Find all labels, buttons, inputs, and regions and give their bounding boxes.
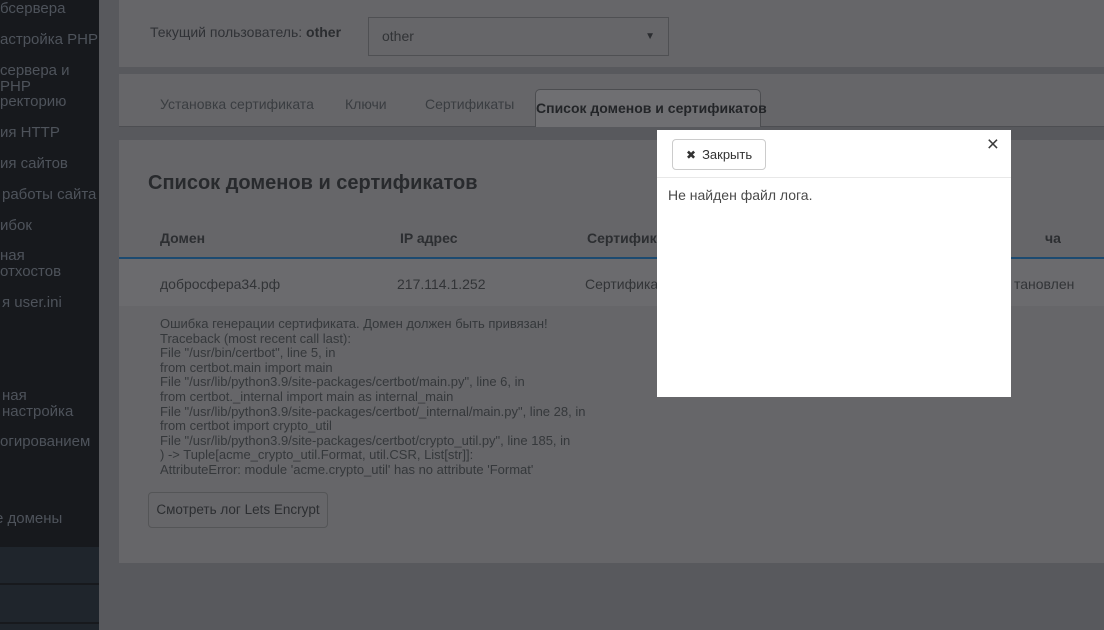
sidebar-item-advanced-settings[interactable]: ная настройка xyxy=(2,388,99,420)
cell-status-fragment: тановлен xyxy=(1014,276,1074,292)
cell-domain: добросфера34.рф xyxy=(160,276,280,292)
sidebar-item-sites[interactable]: ия сайтов xyxy=(0,156,68,172)
tabs-bar: Установка сертификата Ключи Сертификаты … xyxy=(119,74,1104,127)
sidebar-item-site-work[interactable]: работы сайта xyxy=(2,187,96,203)
sidebar: бсервера астройка PHP сервера и PHP рект… xyxy=(0,0,99,630)
sidebar-item-server-and-php[interactable]: сервера и PHP xyxy=(0,63,99,95)
sidebar-item-vhosts[interactable]: ная отхостов xyxy=(0,248,61,280)
current-user-panel: Текущий пользователь: other other ▼ xyxy=(119,0,1104,67)
sidebar-item-webserver[interactable]: бсервера xyxy=(0,1,65,17)
chevron-down-icon: ▼ xyxy=(645,18,655,55)
cell-certificate: Сертифика xyxy=(585,276,658,292)
page: бсервера астройка PHP сервера и PHP рект… xyxy=(0,0,1104,630)
cell-ip: 217.114.1.252 xyxy=(397,276,486,292)
modal-close-button[interactable]: ✖ Закрыть xyxy=(672,139,766,170)
close-icon[interactable]: × xyxy=(987,134,999,155)
sidebar-section-band[interactable] xyxy=(0,547,99,583)
sidebar-item-logging[interactable]: огированием xyxy=(0,434,90,450)
modal-close-button-label: Закрыть xyxy=(702,147,752,162)
close-x-icon: ✖ xyxy=(686,148,696,162)
sidebar-item-php-settings[interactable]: астройка PHP xyxy=(0,32,98,48)
sidebar-item-http[interactable]: ия HTTP xyxy=(0,125,60,141)
sidebar-item-domains[interactable]: е домены xyxy=(0,511,62,527)
user-select-value: other xyxy=(382,28,414,44)
sidebar-item-errors[interactable]: ибок xyxy=(0,218,32,234)
current-user-label: Текущий пользователь: other xyxy=(150,24,341,40)
tab-keys[interactable]: Ключи xyxy=(345,96,387,112)
table-header-ip: IP адрес xyxy=(400,230,457,246)
table-header-domain: Домен xyxy=(160,230,205,246)
tab-certificates[interactable]: Сертификаты xyxy=(425,96,514,112)
current-user-label-text: Текущий пользователь: xyxy=(150,24,302,40)
view-letsencrypt-log-button[interactable]: Смотреть лог Lets Encrypt xyxy=(148,492,328,528)
user-select[interactable]: other ▼ xyxy=(368,17,669,56)
modal-message: Не найден файл лога. xyxy=(668,187,812,203)
sidebar-item-directory[interactable]: ректорию xyxy=(0,94,66,110)
log-modal-header: ✖ Закрыть × xyxy=(657,130,1011,178)
table-header-certificate: Сертифик xyxy=(587,230,657,246)
sidebar-section-band[interactable] xyxy=(0,585,99,622)
tab-domain-certificate-list[interactable]: Список доменов и сертификатов xyxy=(535,89,761,127)
tab-install-certificate[interactable]: Установка сертификата xyxy=(160,96,314,112)
sidebar-section-band[interactable] xyxy=(0,624,99,630)
current-user-value: other xyxy=(306,24,341,40)
log-modal: ✖ Закрыть × Не найден файл лога. xyxy=(657,130,1011,397)
page-title: Список доменов и сертификатов xyxy=(148,172,478,195)
sidebar-item-user-ini[interactable]: я user.ini xyxy=(2,295,62,311)
table-header-key-fragment: ча xyxy=(1045,230,1061,246)
